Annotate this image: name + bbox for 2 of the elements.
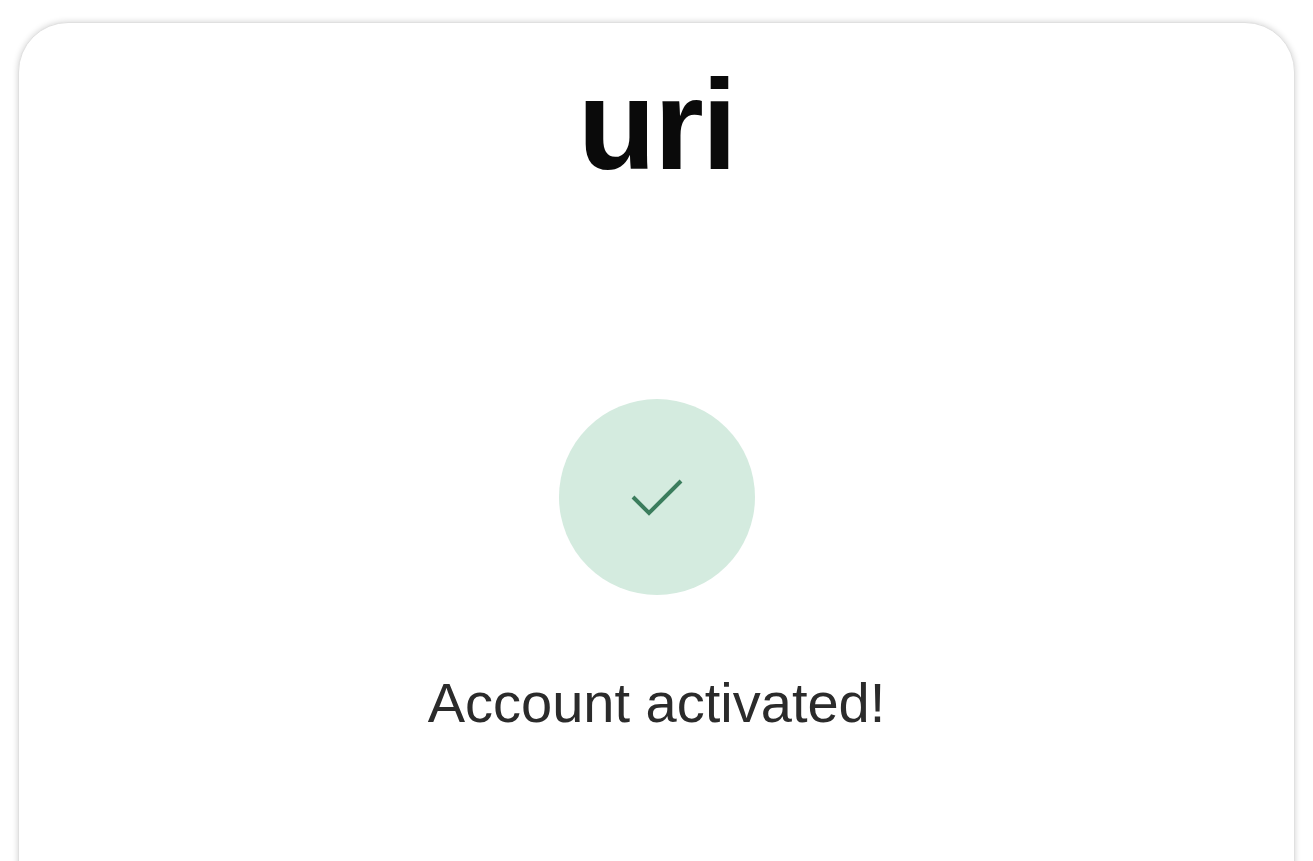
status-message: Account activated! — [427, 671, 886, 735]
logo: uri — [577, 61, 736, 189]
